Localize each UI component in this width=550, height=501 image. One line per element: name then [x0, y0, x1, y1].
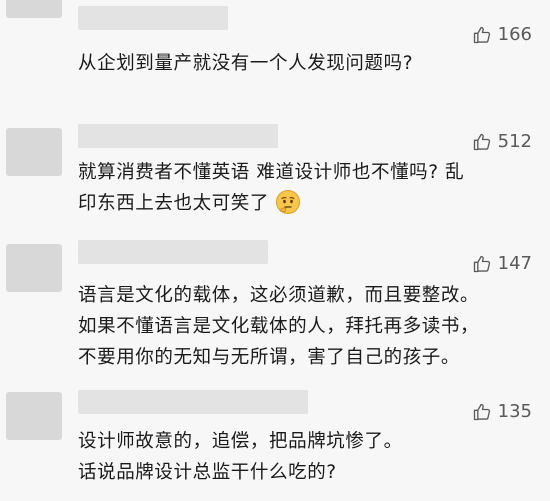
comment-text: 设计师故意的，追偿，把品牌坑惨了。 话说品牌设计总监干什么吃的? [78, 426, 536, 488]
comment-text: 语言是文化的载体，这必须道歉，而且要整改。 如果不懂语言是文化载体的人，拜托再多… [78, 280, 536, 373]
thumbs-up-icon [472, 25, 492, 45]
like-count: 135 [497, 401, 532, 422]
comment-item: 166 从企划到量产就没有一个人发现问题吗? [0, 0, 550, 110]
comment-line: 从企划到量产就没有一个人发现问题吗? [78, 53, 414, 74]
thumbs-up-icon [472, 254, 492, 274]
username-redacted[interactable] [78, 124, 278, 148]
thumbs-up-icon [472, 402, 492, 422]
comment-line: 设计师故意的，追偿，把品牌坑惨了。 [78, 431, 403, 452]
like-button[interactable]: 166 [472, 24, 532, 45]
comment-text: 就算消费者不懂英语 难道设计师也不懂吗? 乱 印东西上去也太可笑了 [78, 157, 536, 219]
comment-line: 语言是文化的载体，这必须道歉，而且要整改。 [78, 285, 480, 306]
like-count: 512 [497, 131, 532, 152]
avatar-redacted[interactable] [6, 244, 62, 292]
like-button[interactable]: 147 [472, 253, 532, 274]
comment-line: 就算消费者不懂英语 难道设计师也不懂吗? 乱 [78, 162, 465, 183]
comment-line: 话说品牌设计总监干什么吃的? [78, 462, 337, 483]
thumbs-up-icon [472, 132, 492, 152]
like-count: 166 [497, 24, 532, 45]
comment-item: 512 就算消费者不懂英语 难道设计师也不懂吗? 乱 印东西上去也太可笑了 [0, 120, 550, 230]
comment-line: 印东西上去也太可笑了 [78, 193, 270, 214]
comment-line: 如果不懂语言是文化载体的人，拜托再多读书， [78, 316, 480, 337]
like-count: 147 [497, 253, 532, 274]
comment-text: 从企划到量产就没有一个人发现问题吗? [78, 48, 536, 79]
like-button[interactable]: 512 [472, 131, 532, 152]
username-redacted[interactable] [78, 390, 308, 414]
avatar-redacted[interactable] [6, 128, 62, 176]
comment-line: 不要用你的无知与无所谓，害了自己的孩子。 [78, 347, 461, 368]
comment-line-with-emoji: 印东西上去也太可笑了 [78, 188, 536, 219]
like-button[interactable]: 135 [472, 401, 532, 422]
comment-item: 147 语言是文化的载体，这必须道歉，而且要整改。 如果不懂语言是文化载体的人，… [0, 240, 550, 370]
avatar-redacted[interactable] [6, 392, 62, 440]
username-redacted[interactable] [78, 240, 268, 264]
thinking-face-emoji [275, 189, 301, 215]
comment-item: 135 设计师故意的，追偿，把品牌坑惨了。 话说品牌设计总监干什么吃的? [0, 390, 550, 501]
avatar-redacted[interactable] [6, 0, 62, 18]
username-redacted[interactable] [78, 6, 228, 30]
